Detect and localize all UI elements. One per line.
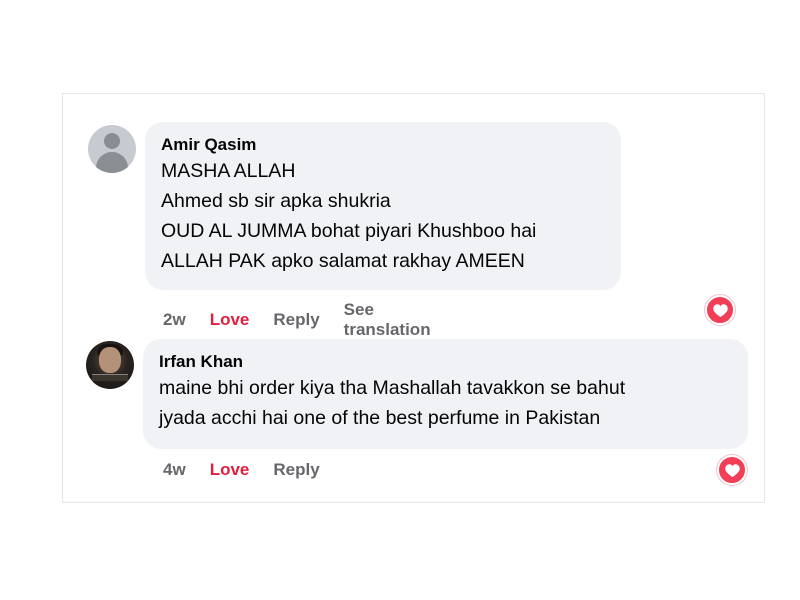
- reply-button[interactable]: Reply: [273, 460, 319, 480]
- reply-button[interactable]: Reply: [273, 310, 319, 330]
- comment-text-line: ALLAH PAK apko salamat rakhay AMEEN: [161, 250, 525, 272]
- comment-actions: 2w Love Reply See translation: [163, 300, 431, 340]
- comment-text-line: MASHA ALLAH: [161, 160, 296, 182]
- see-translation-link[interactable]: See translation: [344, 300, 431, 340]
- heart-icon[interactable]: [705, 295, 735, 325]
- default-avatar-icon[interactable]: [88, 125, 136, 173]
- love-button[interactable]: Love: [210, 460, 250, 480]
- heart-icon[interactable]: [717, 455, 747, 485]
- comment-timestamp[interactable]: 4w: [163, 460, 186, 480]
- comments-panel: Amir Qasim MASHA ALLAH Ahmed sb sir apka…: [62, 93, 765, 503]
- comment-author[interactable]: Irfan Khan: [159, 351, 732, 373]
- profile-photo[interactable]: [86, 341, 134, 389]
- comment-actions: 4w Love Reply: [163, 460, 320, 480]
- comment-author[interactable]: Amir Qasim: [161, 134, 605, 156]
- comment-text-line: jyada acchi hai one of the best perfume …: [159, 407, 601, 429]
- comment-text-line: Ahmed sb sir apka shukria: [161, 190, 391, 212]
- comment-timestamp[interactable]: 2w: [163, 310, 186, 330]
- comment-text-line: maine bhi order kiya tha Mashallah tavak…: [159, 377, 626, 399]
- love-button[interactable]: Love: [210, 310, 250, 330]
- comment-bubble: Irfan Khan maine bhi order kiya tha Mash…: [143, 339, 748, 449]
- comment-bubble: Amir Qasim MASHA ALLAH Ahmed sb sir apka…: [145, 122, 621, 290]
- comment-text-line: OUD AL JUMMA bohat piyari Khushboo hai: [161, 220, 537, 242]
